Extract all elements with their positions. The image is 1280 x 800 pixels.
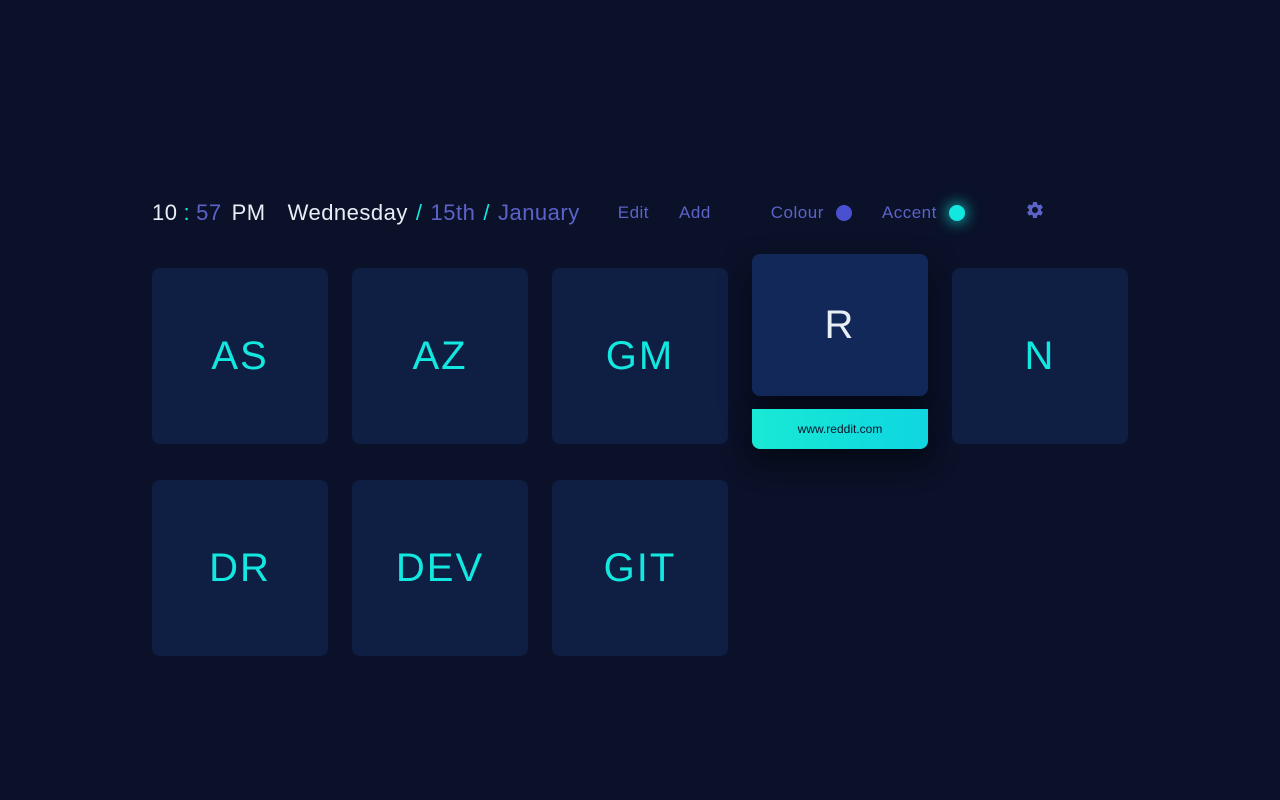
- tile-label: AZ: [412, 334, 467, 379]
- clock: 10 : 57 PM: [152, 200, 266, 226]
- header-bar: 10 : 57 PM Wednesday / 15th / January Ed…: [152, 200, 1128, 226]
- date-day: 15th: [431, 200, 476, 226]
- date-weekday: Wednesday: [288, 200, 408, 226]
- tile-grid: AS AZ GM R www.reddit.com N DR DEV GIT: [152, 268, 1128, 656]
- clock-minute: 57: [196, 200, 221, 226]
- tile-label: GIT: [604, 546, 677, 591]
- date-separator: /: [416, 200, 423, 226]
- action-links: Edit Add: [618, 203, 711, 223]
- tile-label: AS: [211, 334, 268, 379]
- colour-label: Colour: [771, 203, 824, 223]
- colour-picker[interactable]: Colour: [771, 203, 852, 223]
- edit-link[interactable]: Edit: [618, 203, 649, 223]
- date-month: January: [498, 200, 580, 226]
- tile-url[interactable]: www.reddit.com: [752, 409, 928, 449]
- tile-label: N: [1025, 334, 1056, 379]
- bookmark-tile[interactable]: AS: [152, 268, 328, 444]
- clock-ampm: PM: [232, 200, 266, 226]
- bookmark-tile[interactable]: DR: [152, 480, 328, 656]
- bookmark-tile[interactable]: GIT: [552, 480, 728, 656]
- tile-label: DR: [209, 546, 271, 591]
- date-separator: /: [483, 200, 490, 226]
- accent-swatch[interactable]: [949, 205, 965, 221]
- clock-colon: :: [183, 200, 190, 226]
- add-link[interactable]: Add: [679, 203, 711, 223]
- bookmark-tile[interactable]: GM: [552, 268, 728, 444]
- tile-label: DEV: [396, 546, 484, 591]
- settings-button[interactable]: [1025, 200, 1045, 226]
- bookmark-tile[interactable]: AZ: [352, 268, 528, 444]
- tile-label: GM: [606, 334, 674, 379]
- bookmark-tile-active[interactable]: R www.reddit.com: [752, 261, 928, 449]
- colour-swatch[interactable]: [836, 205, 852, 221]
- clock-hour: 10: [152, 200, 177, 226]
- bookmark-tile[interactable]: DEV: [352, 480, 528, 656]
- date-display: Wednesday / 15th / January: [288, 200, 580, 226]
- accent-picker[interactable]: Accent: [882, 203, 965, 223]
- accent-label: Accent: [882, 203, 937, 223]
- bookmark-tile-inner[interactable]: R: [752, 254, 928, 396]
- color-controls: Colour Accent: [771, 203, 965, 223]
- gear-icon: [1025, 200, 1045, 220]
- bookmark-tile[interactable]: N: [952, 268, 1128, 444]
- tile-label: R: [825, 303, 856, 348]
